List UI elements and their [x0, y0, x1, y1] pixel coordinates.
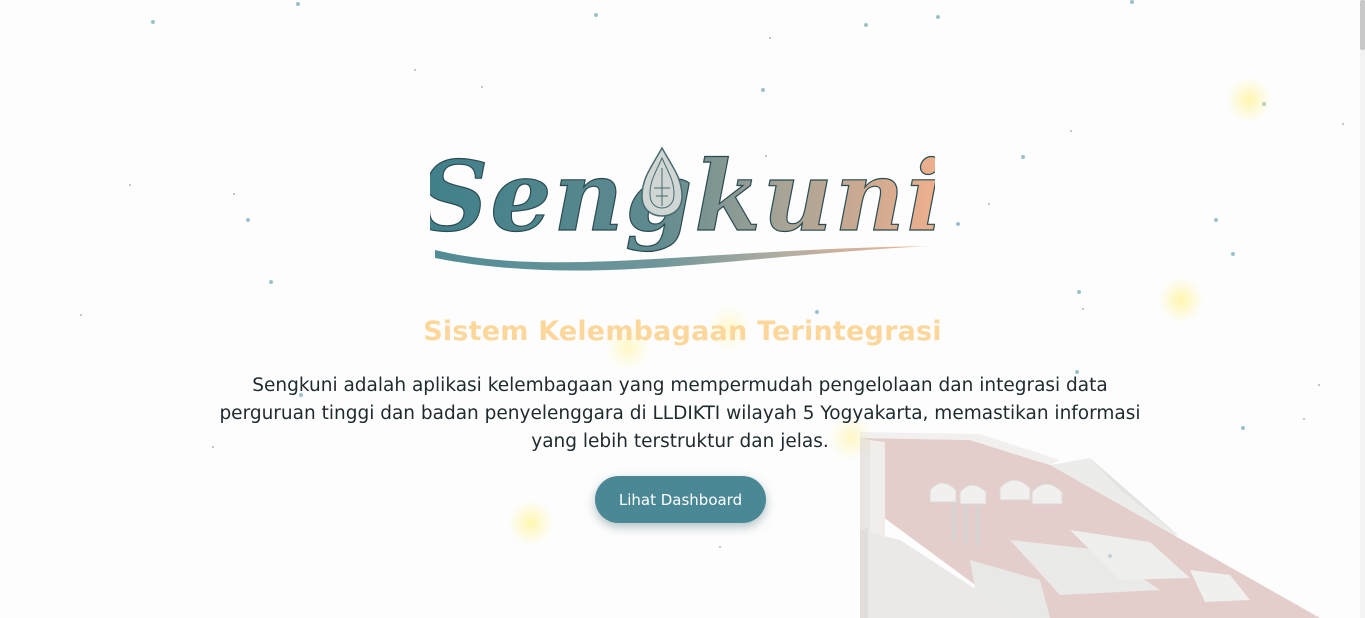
- hero-description: Sengkuni adalah aplikasi kelembagaan yan…: [219, 375, 1141, 452]
- landing-page: Sengkuni Sistem Kelembagaan Terintegrasi…: [0, 0, 1365, 618]
- hero-tagline: Sistem Kelembagaan Terintegrasi: [423, 316, 942, 347]
- view-dashboard-button[interactable]: Lihat Dashboard: [595, 476, 766, 523]
- scrollbar-thumb[interactable]: [1360, 0, 1365, 50]
- building-illustration: [860, 432, 1320, 618]
- page-scrollbar[interactable]: [1360, 0, 1365, 618]
- sengkuni-logo: Sengkuni: [430, 139, 935, 271]
